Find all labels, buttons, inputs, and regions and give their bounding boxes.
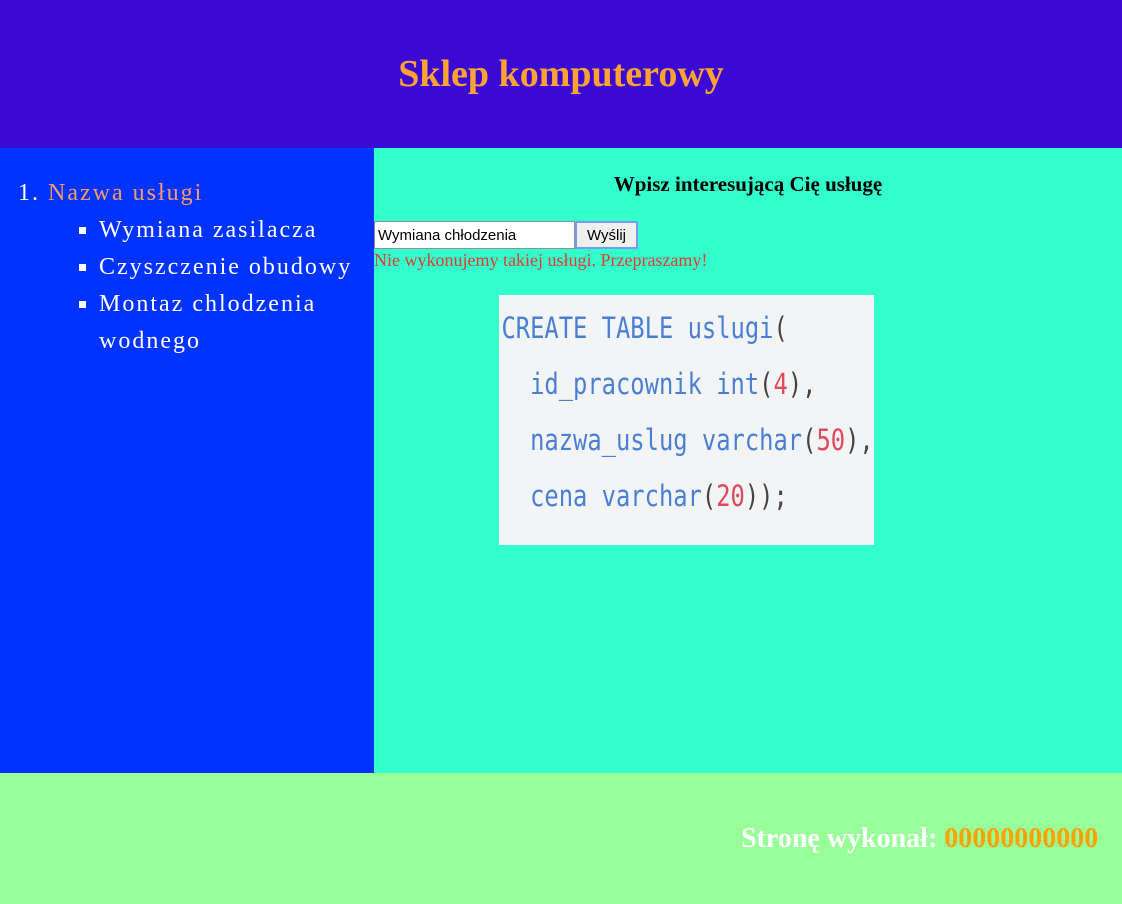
site-title: Sklep komputerowy xyxy=(398,53,724,95)
code-token: ), xyxy=(787,367,817,401)
services-list: Wymiana zasilacza Czyszczenie obudowy Mo… xyxy=(18,212,389,360)
author-id: 00000000000 xyxy=(944,823,1099,854)
author-credit: Stronę wykonał: 00000000000 xyxy=(741,823,1098,855)
service-item: Wymiana zasilacza xyxy=(79,212,389,249)
code-token: ( xyxy=(802,423,817,457)
search-prompt: Wpisz interesującą Cię usługę xyxy=(613,172,883,196)
page-header: Sklep komputerowy xyxy=(0,0,1122,148)
page-footer: Stronę wykonał: 00000000000 xyxy=(0,773,1122,904)
code-token: 20 xyxy=(716,479,745,513)
code-token: 4 xyxy=(773,367,788,401)
menu-category-number: 1. xyxy=(18,180,40,206)
code-token: ( xyxy=(759,367,774,401)
square-bullet-icon xyxy=(79,264,86,271)
menu-category: 1. Nazwa usługi Wymiana zasilacza Czyszc… xyxy=(18,175,389,360)
square-bullet-icon xyxy=(79,301,86,308)
error-message: Nie wykonujemy takiej usługi. Przeprasza… xyxy=(374,250,708,270)
service-item: Montaz chlodzenia wodnego xyxy=(79,286,389,360)
code-token: cena varchar xyxy=(501,479,702,513)
menu-category-label: Nazwa usługi xyxy=(48,180,204,206)
submit-button[interactable]: Wyślij xyxy=(575,221,638,249)
service-item-label: Wymiana zasilacza xyxy=(99,217,318,243)
service-item-label: Czyszczenie obudowy xyxy=(99,254,353,280)
code-token: ( xyxy=(701,479,717,513)
author-label: Stronę wykonał: xyxy=(741,823,945,854)
service-item-label: Montaz chlodzenia wodnego xyxy=(99,291,317,354)
code-token: id_pracownik int xyxy=(501,367,760,401)
code-token: ( xyxy=(773,311,788,345)
code-token: ), xyxy=(845,423,874,457)
code-token: 50 xyxy=(816,423,846,457)
services-menu: 1. Nazwa usługi Wymiana zasilacza Czyszc… xyxy=(18,175,389,360)
service-item: Czyszczenie obudowy xyxy=(79,249,389,286)
code-token: )); xyxy=(744,479,788,513)
code-token: CREATE TABLE uslugi xyxy=(501,311,774,345)
square-bullet-icon xyxy=(79,227,86,234)
service-input[interactable] xyxy=(374,221,575,249)
sql-code-image: CREATE TABLE uslugi( id_pracownik int(4)… xyxy=(499,295,874,545)
code-token: nazwa_uslug varchar xyxy=(501,423,803,457)
sql-code: CREATE TABLE uslugi( id_pracownik int(4)… xyxy=(499,295,873,524)
